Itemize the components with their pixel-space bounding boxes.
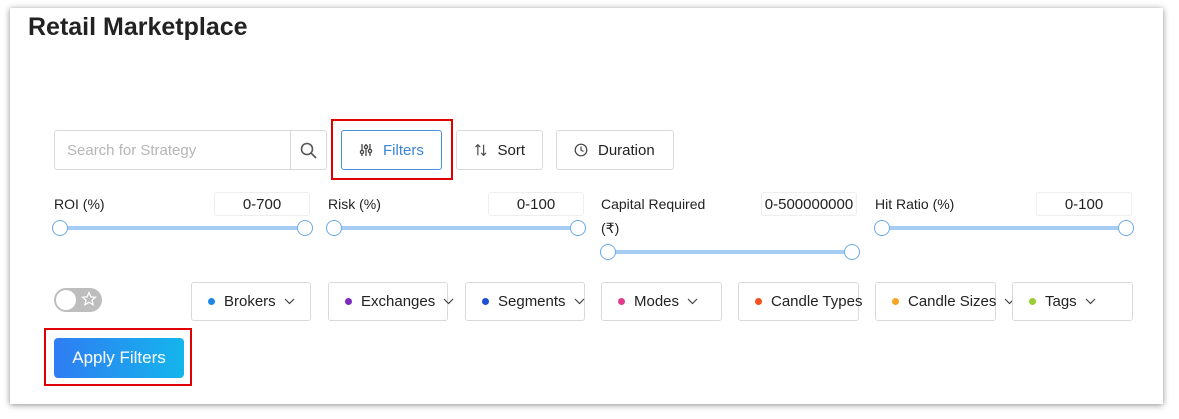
highlight-box-filters: [331, 119, 453, 180]
roi-max-handle[interactable]: [297, 220, 313, 236]
candle-sizes-color-dot: [892, 298, 899, 305]
clock-icon: [574, 143, 588, 157]
exchanges-label: Exchanges: [361, 293, 436, 310]
tags-dropdown[interactable]: Tags: [1012, 282, 1133, 321]
roi-value[interactable]: 0-700: [214, 192, 310, 216]
capital-slider-track[interactable]: [608, 250, 852, 254]
chevron-down-icon: [1085, 298, 1096, 305]
exchanges-dropdown[interactable]: Exchanges: [328, 282, 454, 321]
risk-max-handle[interactable]: [570, 220, 586, 236]
toggle-knob: [56, 290, 76, 310]
hit-ratio-min-handle[interactable]: [874, 220, 890, 236]
segments-dropdown[interactable]: Segments: [465, 282, 585, 321]
chevron-down-icon: [687, 298, 698, 305]
capital-label-currency: (₹): [601, 220, 620, 236]
duration-button[interactable]: Duration: [556, 130, 674, 170]
search-input[interactable]: [55, 131, 290, 169]
candle-types-dropdown[interactable]: Candle Types: [738, 282, 863, 321]
candle-types-label: Candle Types: [771, 293, 863, 310]
favorites-toggle[interactable]: [54, 288, 102, 312]
risk-label: Risk (%): [328, 196, 381, 212]
hit-ratio-max-handle[interactable]: [1118, 220, 1134, 236]
star-icon: [81, 291, 97, 307]
hit-ratio-label: Hit Ratio (%): [875, 196, 955, 212]
brokers-dropdown[interactable]: Brokers: [191, 282, 311, 321]
hit-ratio-slider-track[interactable]: [882, 226, 1126, 230]
tags-label: Tags: [1045, 293, 1077, 310]
segments-color-dot: [482, 298, 489, 305]
duration-label: Duration: [598, 141, 655, 159]
search-box: [54, 130, 327, 170]
roi-min-handle[interactable]: [52, 220, 68, 236]
page-title: Retail Marketplace: [28, 13, 248, 41]
sort-arrows-icon: [475, 143, 487, 157]
exchanges-color-dot: [345, 298, 352, 305]
sort-label: Sort: [497, 141, 525, 159]
brokers-label: Brokers: [224, 293, 276, 310]
chevron-down-icon: [443, 298, 454, 305]
tags-color-dot: [1029, 298, 1036, 305]
search-button[interactable]: [290, 131, 326, 169]
modes-color-dot: [618, 298, 625, 305]
roi-slider-track[interactable]: [60, 226, 305, 230]
candle-types-color-dot: [755, 298, 762, 305]
modes-label: Modes: [634, 293, 680, 310]
hit-ratio-value[interactable]: 0-100: [1036, 192, 1132, 216]
highlight-box-apply: [44, 328, 192, 386]
risk-min-handle[interactable]: [326, 220, 342, 236]
candle-sizes-dropdown[interactable]: Candle Sizes: [875, 282, 1015, 321]
capital-min-handle[interactable]: [600, 244, 616, 260]
search-icon: [300, 142, 317, 159]
capital-max-handle[interactable]: [844, 244, 860, 260]
brokers-color-dot: [208, 298, 215, 305]
capital-label: Capital Required: [601, 196, 706, 212]
risk-slider-track[interactable]: [334, 226, 578, 230]
roi-label: ROI (%): [54, 196, 105, 212]
candle-sizes-label: Candle Sizes: [908, 293, 997, 310]
segments-label: Segments: [498, 293, 566, 310]
sort-button[interactable]: Sort: [456, 130, 543, 170]
chevron-down-icon: [574, 298, 584, 305]
risk-value[interactable]: 0-100: [488, 192, 584, 216]
modes-dropdown[interactable]: Modes: [601, 282, 722, 321]
capital-value[interactable]: 0-500000000: [761, 192, 857, 216]
chevron-down-icon: [284, 298, 295, 305]
